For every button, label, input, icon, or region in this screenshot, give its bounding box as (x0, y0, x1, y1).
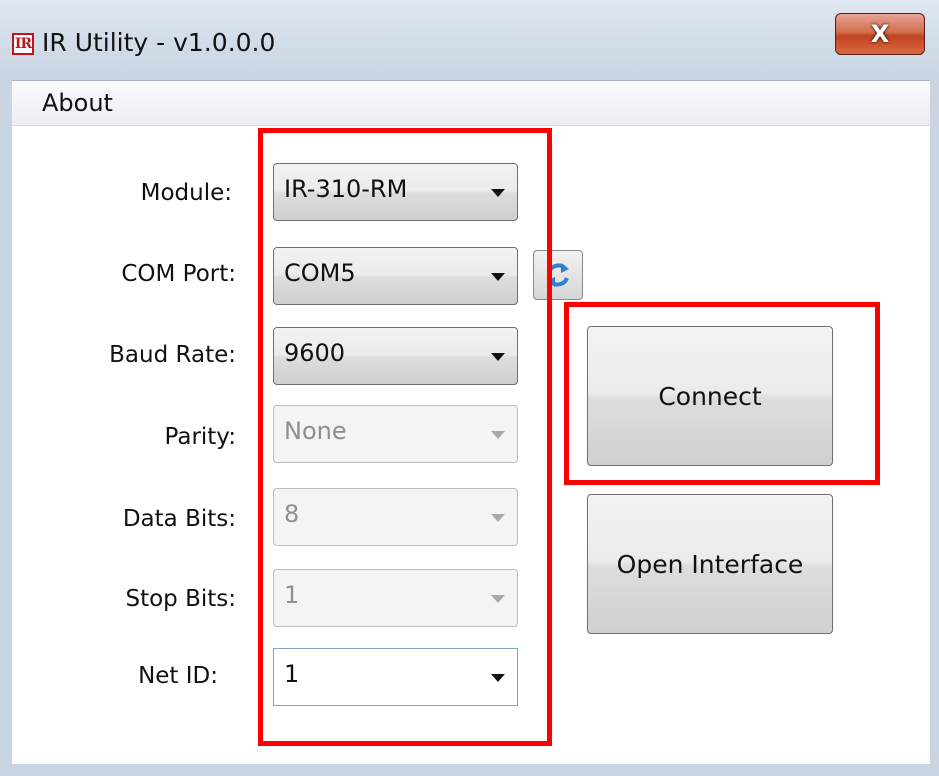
data-bits-label: Data Bits: (122, 506, 236, 532)
net-id-label: Net ID: (138, 663, 218, 689)
window-frame-bottom (0, 764, 939, 776)
stop-bits-label: Stop Bits: (125, 586, 236, 612)
menu-bar: About (12, 80, 930, 126)
com-port-label: COM Port: (121, 261, 236, 287)
ir-logo-icon: IR (12, 33, 34, 55)
settings-highlight-box (258, 128, 552, 746)
open-interface-button[interactable]: Open Interface (587, 494, 833, 634)
module-label: Module: (140, 180, 232, 206)
close-button[interactable]: X (835, 13, 925, 55)
ir-utility-window: IR IR Utility - v1.0.0.0 X About Module:… (0, 0, 939, 776)
baud-rate-label: Baud Rate: (109, 342, 236, 368)
parity-label: Parity: (164, 424, 236, 450)
window-frame-right (930, 80, 939, 776)
window-title: IR Utility - v1.0.0.0 (42, 28, 276, 57)
window-frame-left (0, 80, 12, 776)
title-bar[interactable]: IR IR Utility - v1.0.0.0 X (0, 0, 939, 80)
connect-highlight-box (564, 302, 880, 485)
menu-item-about[interactable]: About (42, 89, 113, 117)
close-icon: X (870, 20, 890, 48)
open-interface-button-label: Open Interface (616, 549, 804, 579)
